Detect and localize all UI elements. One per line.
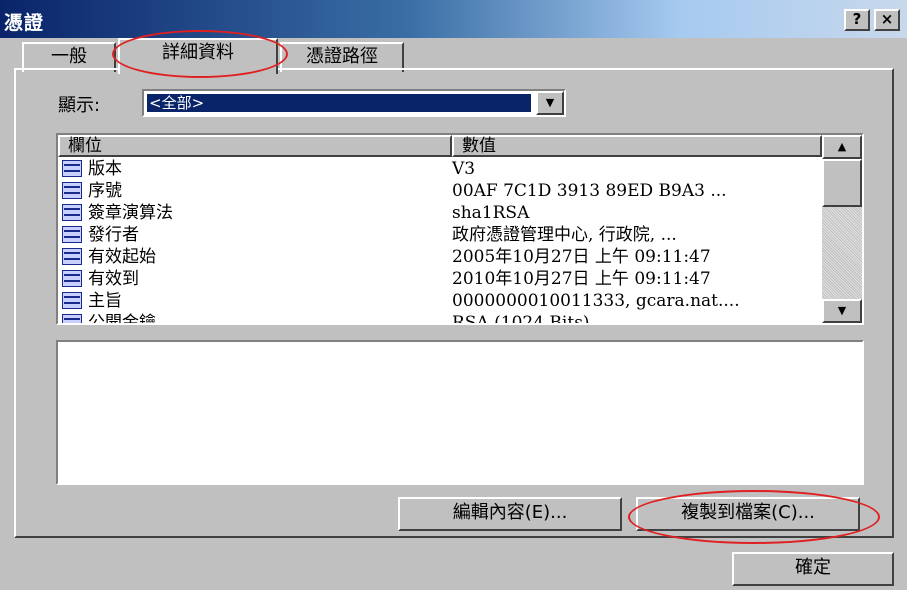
field-name: 發行者 (88, 225, 139, 245)
field-value: sha1RSA (452, 203, 530, 223)
tab-details[interactable]: 詳細資料 (118, 38, 278, 74)
scroll-up-icon[interactable]: ▲ (822, 135, 862, 159)
edit-properties-button[interactable]: 編輯內容(E)... (398, 497, 622, 531)
field-icon (62, 270, 82, 287)
copy-to-file-button[interactable]: 複製到檔案(C)... (636, 497, 860, 531)
field-value: 政府憑證管理中心, 行政院, ... (452, 225, 677, 245)
field-icon (62, 160, 82, 177)
table-row[interactable]: 發行者 政府憑證管理中心, 行政院, ... (58, 224, 822, 246)
title-bar: 憑證 ? × (0, 0, 907, 38)
column-header-value[interactable]: 數值 (452, 135, 822, 157)
field-value: 2010年10月27日 上午 09:11:47 (452, 269, 711, 289)
field-name: 序號 (88, 181, 122, 201)
field-icon (62, 226, 82, 243)
field-value: V3 (452, 159, 476, 179)
scroll-thumb[interactable] (822, 159, 862, 207)
show-label: 顯示: (58, 95, 101, 116)
table-row[interactable]: 簽章演算法 sha1RSA (58, 202, 822, 224)
field-icon (62, 292, 82, 309)
table-row[interactable]: 有效起始 2005年10月27日 上午 09:11:47 (58, 246, 822, 268)
ok-button[interactable]: 確定 (732, 552, 894, 586)
field-value: RSA (1024 Bits) (452, 313, 590, 323)
field-name: 主旨 (88, 291, 122, 311)
vertical-scrollbar[interactable]: ▲ ▼ (822, 135, 862, 323)
dropdown-arrow-icon[interactable]: ▼ (536, 91, 564, 115)
help-button[interactable]: ? (844, 9, 870, 31)
close-button[interactable]: × (874, 9, 900, 31)
field-name: 公開金鑰 (88, 313, 156, 323)
show-selected-value: <全部> (147, 94, 531, 112)
field-name: 版本 (88, 159, 122, 179)
field-icon (62, 204, 82, 221)
field-value: 0000000010011333, gcara.nat.... (452, 291, 740, 311)
field-value: 00AF 7C1D 3913 89ED B9A3 ... (452, 181, 727, 201)
scroll-down-icon[interactable]: ▼ (822, 299, 862, 323)
column-header-field[interactable]: 欄位 (58, 135, 452, 157)
field-name: 有效起始 (88, 247, 156, 267)
field-name: 有效到 (88, 269, 139, 289)
field-detail-textbox[interactable] (56, 340, 864, 485)
window-title: 憑證 (4, 12, 45, 34)
field-icon (62, 182, 82, 199)
table-row[interactable]: 序號 00AF 7C1D 3913 89ED B9A3 ... (58, 180, 822, 202)
show-dropdown[interactable]: <全部> ▼ (142, 89, 566, 117)
table-row[interactable]: 主旨 0000000010011333, gcara.nat.... (58, 290, 822, 312)
field-name: 簽章演算法 (88, 203, 173, 223)
field-icon (62, 248, 82, 265)
table-row[interactable]: 版本 V3 (58, 158, 822, 180)
table-row[interactable]: 有效到 2010年10月27日 上午 09:11:47 (58, 268, 822, 290)
field-icon (62, 314, 82, 323)
table-row[interactable]: 公開金鑰 RSA (1024 Bits) (58, 312, 822, 323)
field-value: 2005年10月27日 上午 09:11:47 (452, 247, 711, 267)
fields-list[interactable]: 欄位 數值 版本 V3 序號 00AF 7C1D 3913 89ED B9A3 … (56, 133, 864, 325)
